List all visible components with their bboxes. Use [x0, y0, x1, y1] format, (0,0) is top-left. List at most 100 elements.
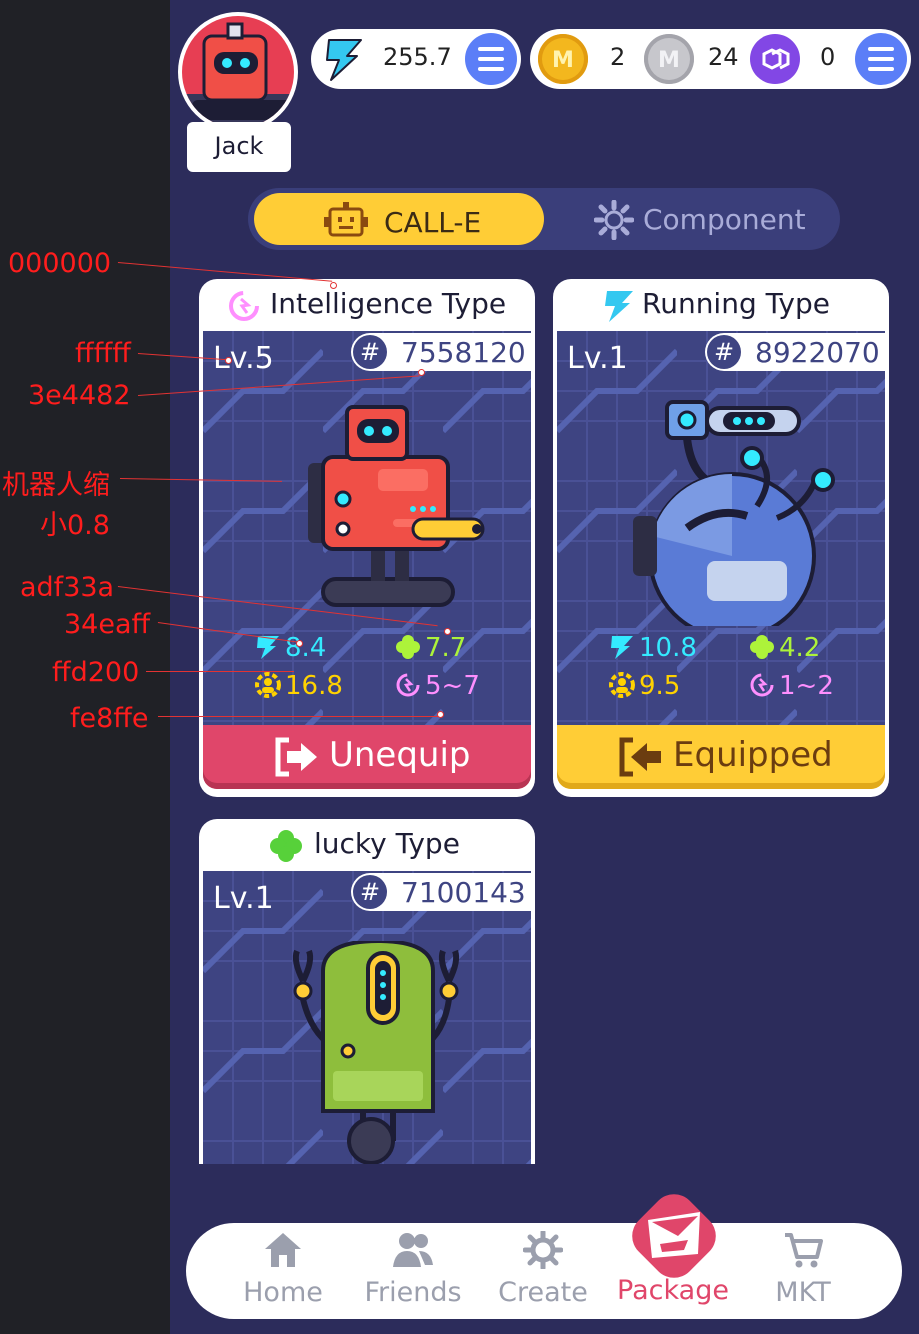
robot-card-running[interactable]: Running Type Lv.1 # 8922070 10.8 4.2 9.5… — [553, 279, 889, 797]
energy-bolt-icon — [326, 39, 362, 81]
annotation-leader — [146, 671, 294, 672]
energy-value: 8.4 — [285, 633, 327, 663]
gold-coin-icon: M — [538, 34, 588, 84]
intelligence-stat: 5~7 — [395, 671, 480, 701]
luck-value: 4.2 — [779, 633, 821, 663]
gear-icon — [594, 200, 634, 240]
power-stat: 9.5 — [609, 671, 680, 701]
annotation-robot-scale-1: 机器人缩 — [2, 470, 110, 501]
user-name: Jack — [214, 132, 264, 160]
annotation-black-color: 000000 — [8, 248, 112, 279]
intelligence-icon — [750, 673, 774, 697]
home-icon — [265, 1233, 301, 1267]
gears-icon — [523, 1231, 563, 1269]
card-body: Lv.1 # 7100143 — [203, 871, 531, 1164]
annotation-anchor — [330, 282, 337, 289]
hash-icon: # — [353, 875, 387, 909]
luck-value: 7.7 — [425, 633, 467, 663]
clover-icon — [396, 635, 420, 659]
clover-icon — [270, 830, 302, 862]
nav-friends[interactable]: Friends — [358, 1225, 468, 1317]
robot-id-badge: # 7100143 — [351, 873, 531, 911]
nav-friends-label: Friends — [364, 1277, 462, 1308]
polygon-token-icon — [750, 34, 800, 84]
annotation-anchor — [437, 711, 444, 718]
energy-bolt-icon — [605, 291, 633, 322]
polygon-token-amount: 0 — [820, 43, 836, 71]
energy-balance: 255.7 — [311, 29, 521, 89]
silver-coin-icon: M — [644, 34, 694, 84]
luck-stat: 7.7 — [395, 633, 466, 663]
gold-coin-amount: 2 — [610, 43, 626, 71]
robot-id-badge: # 7558120 — [351, 333, 531, 371]
annotation-yellow-color: ffd200 — [52, 657, 140, 688]
card-header: lucky Type — [199, 819, 535, 871]
intelligence-value: 5~7 — [425, 671, 480, 701]
annotation-anchor — [296, 640, 303, 647]
intelligence-stat: 1~2 — [749, 671, 834, 701]
clover-icon — [750, 635, 774, 659]
robot-card-lucky[interactable]: lucky Type Lv.1 # 7100143 — [199, 819, 535, 1164]
user-avatar[interactable]: Jack — [178, 12, 300, 172]
robot-level: Lv.1 — [213, 881, 274, 916]
tab-component[interactable]: Component — [643, 203, 806, 236]
power-value: 9.5 — [639, 671, 681, 701]
svg-text:M: M — [658, 48, 680, 73]
annotation-cyan-color: 34eaff — [64, 609, 151, 640]
robot-image-red — [308, 405, 485, 607]
card-type-title: lucky Type — [314, 827, 460, 860]
energy-value: 10.8 — [639, 633, 697, 663]
card-header: Running Type — [553, 279, 889, 331]
energy-menu-button[interactable] — [465, 33, 517, 85]
power-value: 16.8 — [285, 671, 343, 701]
power-gear-icon — [255, 672, 281, 698]
energy-bolt-icon — [611, 636, 633, 659]
robot-icon — [324, 202, 368, 237]
avatar-robot-image — [182, 16, 294, 128]
equipped-button[interactable]: Equipped — [557, 725, 885, 789]
cart-icon — [785, 1233, 823, 1268]
package-icon — [648, 1212, 700, 1258]
coin-balances: M 2 M 24 0 — [530, 29, 911, 89]
luck-stat: 4.2 — [749, 633, 820, 663]
login-arrow-icon — [619, 737, 661, 777]
robot-image-green — [292, 941, 460, 1164]
nav-package-label: Package — [617, 1275, 729, 1306]
bottom-navigation: Home Friends Create MKT — [186, 1223, 902, 1319]
robot-id-badge: # 8922070 — [705, 333, 885, 371]
nav-mkt[interactable]: MKT — [748, 1225, 858, 1317]
hash-icon: # — [353, 335, 387, 369]
robot-id: 8922070 — [755, 336, 880, 369]
annotation-green-color: adf33a — [20, 572, 115, 603]
card-body: Lv.1 # 8922070 10.8 4.2 9.5 1~2 — [557, 331, 885, 725]
robot-component-switch: CALL-E Component — [248, 188, 840, 250]
intelligence-icon — [396, 673, 420, 697]
equipped-label: Equipped — [673, 735, 833, 775]
logout-arrow-icon — [275, 737, 317, 777]
intelligence-value: 1~2 — [779, 671, 834, 701]
annotation-robot-scale-2: 小0.8 — [40, 510, 110, 541]
power-gear-icon — [609, 672, 635, 698]
intelligence-icon — [229, 291, 259, 321]
card-type-title: Running Type — [642, 287, 830, 320]
annotation-anchor — [418, 369, 425, 376]
nav-create[interactable]: Create — [488, 1225, 598, 1317]
unequip-button[interactable]: Unequip — [203, 725, 531, 789]
svg-text:M: M — [552, 48, 574, 73]
energy-stat: 10.8 — [609, 633, 697, 663]
robot-id: 7100143 — [401, 876, 526, 909]
card-body: Lv.5 # 7558120 8.4 7.7 16.8 5~7 — [203, 331, 531, 725]
annotation-pink-color: fe8ffe — [70, 703, 149, 734]
power-stat: 16.8 — [255, 671, 343, 701]
card-type-title: Intelligence Type — [270, 287, 507, 320]
annotation-white-color: ffffff — [75, 338, 131, 369]
tab-call-e[interactable]: CALL-E — [254, 193, 544, 245]
robot-image-blue — [633, 400, 835, 626]
robot-card-intelligence[interactable]: Intelligence Type Lv.5 # 7558120 8.4 7.7… — [199, 279, 535, 797]
coins-menu-button[interactable] — [855, 33, 907, 85]
friends-icon — [393, 1233, 433, 1267]
annotation-card-color: 3e4482 — [28, 380, 131, 411]
nav-home[interactable]: Home — [228, 1225, 338, 1317]
nav-home-label: Home — [243, 1277, 323, 1308]
unequip-label: Unequip — [329, 735, 471, 775]
